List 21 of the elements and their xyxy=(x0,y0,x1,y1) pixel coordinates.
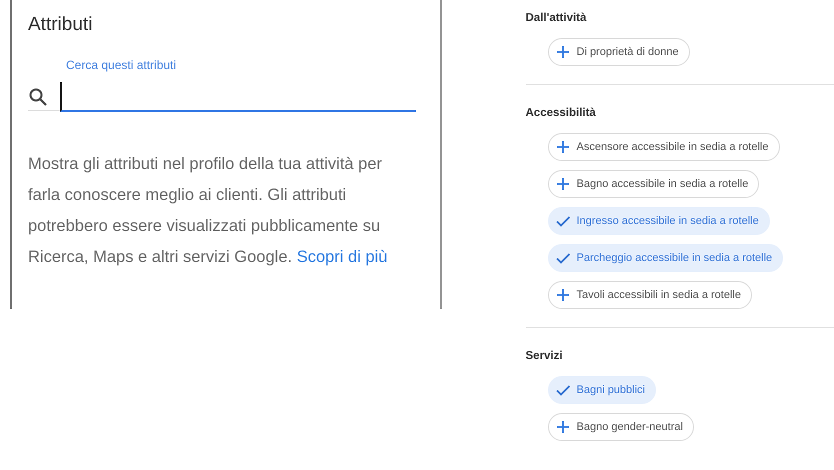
attribute-chip[interactable]: Bagno gender-neutral xyxy=(548,413,694,441)
learn-more-link[interactable]: Scopri di più xyxy=(296,248,388,266)
plus-icon xyxy=(554,176,570,192)
section-heading: Dall'attività xyxy=(526,12,588,24)
attribute-chip[interactable]: Di proprietà di donne xyxy=(548,38,690,66)
plus-icon xyxy=(554,287,570,303)
attribute-chip[interactable]: Bagni pubblici xyxy=(548,376,656,404)
section-heading: Servizi xyxy=(526,350,564,362)
attribute-chip[interactable]: Ascensore accessibile in sedia a rotelle xyxy=(548,133,780,161)
plus-icon xyxy=(554,419,570,435)
panel-title: Attributi xyxy=(28,14,94,36)
search-field[interactable]: Cerca questi attributi xyxy=(28,58,416,111)
description-text: Mostra gli attributi nel profilo della tua attività per farla conoscere meglio ai clienti. Gli attributi potrebbero essere visualizzati pubblicamente su Ricerca, Maps e altri servizi Google. Scopri di più xyxy=(28,154,388,268)
section-heading: Accessibilità xyxy=(526,107,597,119)
search-icon xyxy=(28,87,48,107)
attribute-chip[interactable]: Bagno accessibile in sedia a rotelle xyxy=(548,170,760,198)
attribute-chip[interactable]: Tavoli accessibili in sedia a rotelle xyxy=(548,281,752,309)
attribute-chip[interactable]: Ingresso accessibile in sedia a rotelle xyxy=(548,207,770,235)
plus-icon xyxy=(554,139,570,155)
attribute-chip[interactable]: Parcheggio accessibile in sedia a rotelle xyxy=(548,244,784,272)
plus-icon xyxy=(554,44,570,60)
